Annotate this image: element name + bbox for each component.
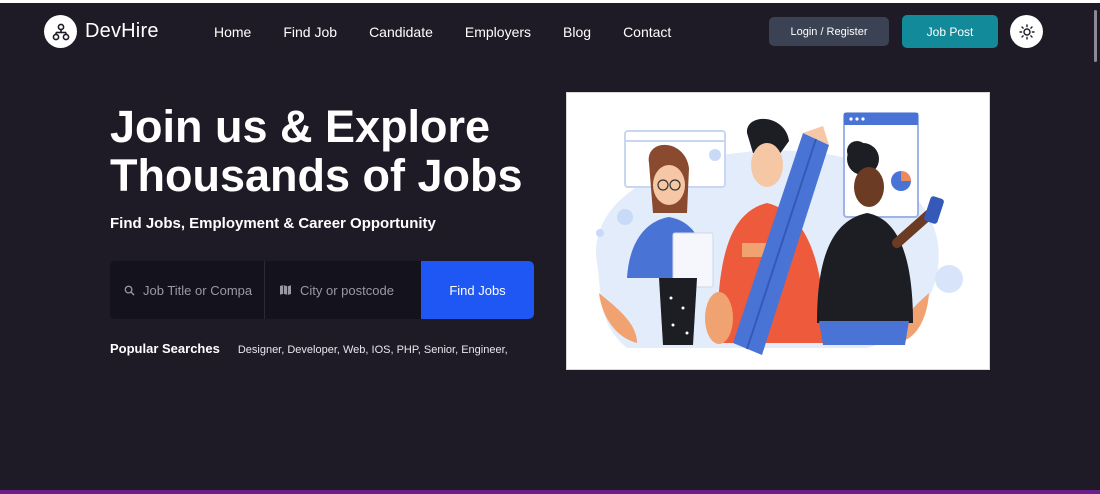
hero-subtitle: Find Jobs, Employment & Career Opportuni… (110, 215, 436, 232)
popular-searches: Popular Searches Designer, Developer, We… (110, 341, 508, 356)
job-post-button[interactable]: Job Post (902, 15, 998, 48)
nav-contact[interactable]: Contact (623, 24, 671, 40)
nav-candidate[interactable]: Candidate (369, 24, 433, 40)
nav-find-job[interactable]: Find Job (283, 24, 337, 40)
bottom-border (0, 490, 1100, 494)
nav-home[interactable]: Home (214, 24, 251, 40)
location-placeholder: City or postcode (300, 282, 394, 298)
hero-title-line-2: Thousands of Jobs (110, 150, 523, 201)
hero-title: Join us & Explore Thousands of Jobs (110, 102, 550, 200)
nav-employers[interactable]: Employers (465, 24, 531, 40)
theme-toggle-button[interactable] (1010, 15, 1043, 48)
network-logo-icon (44, 15, 77, 48)
find-jobs-button[interactable]: Find Jobs (421, 261, 534, 319)
hero-illustration (566, 92, 990, 370)
login-register-button[interactable]: Login / Register (769, 17, 889, 46)
sun-icon (1018, 23, 1035, 40)
popular-searches-label: Popular Searches (110, 341, 220, 356)
hero-title-line-1: Join us & Explore (110, 101, 491, 152)
job-title-placeholder: Job Title or Compa (143, 282, 253, 298)
job-title-input[interactable]: Job Title or Compa (110, 261, 265, 319)
nav-blog[interactable]: Blog (563, 24, 591, 40)
scrollbar[interactable] (1094, 10, 1097, 62)
brand-logo[interactable]: DevHire (44, 15, 159, 48)
location-input[interactable]: City or postcode (265, 261, 421, 319)
map-icon (280, 285, 291, 295)
top-border (0, 0, 1100, 3)
job-search-bar: Job Title or Compa City or postcode Find… (110, 261, 534, 319)
main-nav: Home Find Job Candidate Employers Blog C… (214, 24, 703, 40)
brand-name: DevHire (85, 20, 159, 42)
search-icon (124, 285, 135, 296)
popular-searches-terms[interactable]: Designer, Developer, Web, IOS, PHP, Seni… (238, 344, 508, 356)
